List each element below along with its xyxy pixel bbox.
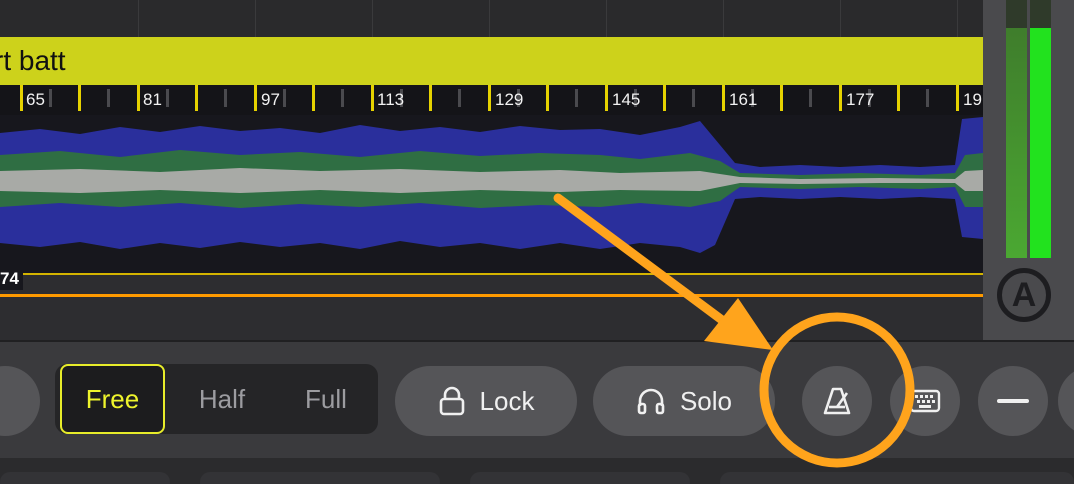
mode-free-button[interactable]: Free bbox=[60, 364, 165, 434]
loop-region-line bbox=[0, 273, 983, 275]
lock-button[interactable]: Lock bbox=[395, 366, 577, 436]
ruler-label: 19 bbox=[963, 90, 982, 109]
ruler-label: 129 bbox=[495, 90, 524, 109]
keyboard-button[interactable] bbox=[890, 366, 960, 436]
clip-header[interactable]: rt batt bbox=[0, 37, 983, 85]
headphones-icon bbox=[637, 388, 665, 415]
partial-right-button[interactable] bbox=[1058, 366, 1074, 436]
lock-label: Lock bbox=[479, 385, 535, 416]
ruler-label: 113 bbox=[377, 90, 405, 109]
meter-right bbox=[1030, 0, 1051, 258]
bar-ruler[interactable]: 65 81 97 113 129 145 161 177 19 bbox=[0, 85, 983, 115]
meter-left bbox=[1006, 0, 1027, 258]
metronome-button[interactable] bbox=[802, 366, 872, 436]
app-window: rt batt 65 81 97 113 129 145 161 177 19 bbox=[0, 0, 1074, 484]
mode-half-button[interactable]: Half bbox=[171, 364, 273, 434]
keyboard-icon bbox=[909, 389, 941, 413]
ruler-label: 65 bbox=[26, 90, 45, 109]
solo-label: Solo bbox=[679, 385, 733, 416]
lock-icon bbox=[439, 386, 464, 416]
level-meter: A bbox=[983, 0, 1074, 340]
bottom-track-bar bbox=[0, 458, 1074, 484]
minus-icon bbox=[997, 399, 1029, 403]
snap-mode-group: Free Half Full bbox=[55, 364, 378, 434]
logo-letter: A bbox=[1011, 276, 1037, 314]
ruler-label: 177 bbox=[846, 90, 875, 109]
solo-button[interactable]: Solo bbox=[593, 366, 775, 436]
transport-toolbar: Free Half Full Lock Solo bbox=[0, 340, 1074, 460]
waveform-graphic bbox=[0, 117, 983, 253]
ruler-label: 145 bbox=[612, 90, 641, 109]
ruler-label: 161 bbox=[729, 90, 758, 109]
ruler-label: 81 bbox=[143, 90, 162, 109]
automation-lane[interactable] bbox=[0, 275, 983, 340]
time-tag: 74 bbox=[0, 268, 23, 290]
ruler-label: 97 bbox=[261, 90, 280, 109]
mode-full-button[interactable]: Full bbox=[275, 364, 377, 434]
zoom-out-button[interactable] bbox=[978, 366, 1048, 436]
clip-title: rt batt bbox=[0, 45, 66, 76]
track-top-strip bbox=[0, 0, 983, 37]
playhead-region-line bbox=[0, 294, 983, 297]
metronome-icon bbox=[823, 387, 851, 415]
waveform-display[interactable] bbox=[0, 115, 983, 275]
partial-left-button[interactable] bbox=[0, 366, 40, 436]
logo-icon: A bbox=[997, 268, 1051, 322]
